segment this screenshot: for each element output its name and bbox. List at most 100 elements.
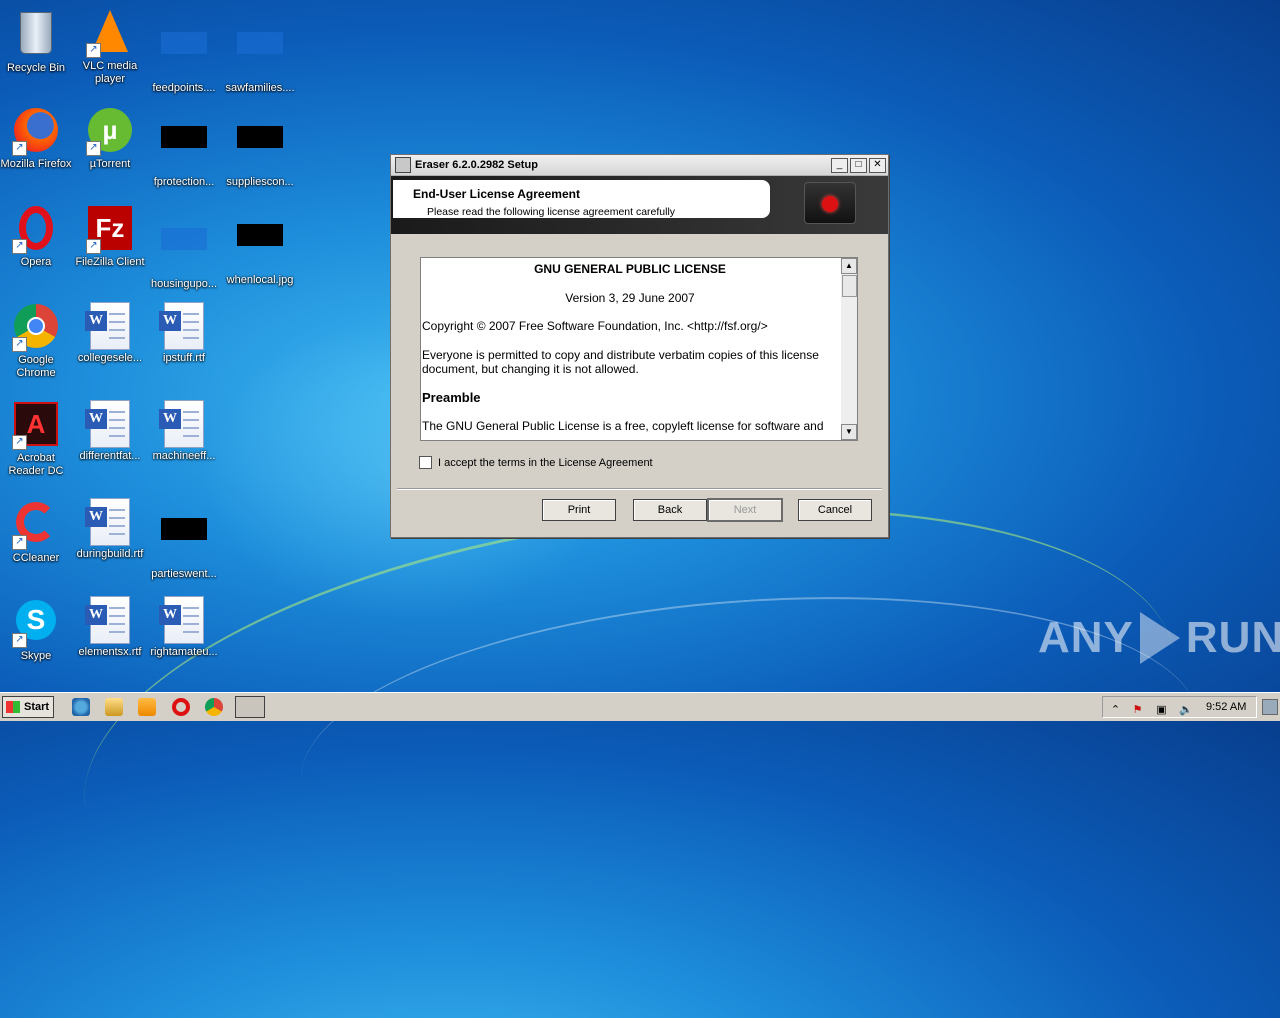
license-preamble: Preamble	[422, 389, 481, 405]
file-explorer-icon[interactable]	[105, 698, 123, 716]
word-document-icon: W	[159, 596, 208, 644]
license-text: GNU GENERAL PUBLIC LICENSE Version 3, 29…	[422, 262, 838, 440]
desktop-icon-rtf[interactable]: W duringbuild.rtf	[72, 498, 148, 561]
shortcut-arrow-icon: ↗	[12, 633, 27, 648]
watermark-right: RUN	[1185, 613, 1280, 662]
desktop-icon-rtf[interactable]: W ipstuff.rtf	[146, 302, 222, 365]
desktop-icon-file[interactable]: partieswent...	[146, 498, 222, 581]
cancel-button[interactable]: Cancel	[798, 499, 872, 521]
filezilla-icon: Fz ↗	[86, 206, 134, 254]
license-version: Version 3, 29 June 2007	[565, 290, 695, 305]
action-center-flag-icon[interactable]: ⚑	[1131, 704, 1144, 716]
utorrent-icon: µ ↗	[86, 108, 134, 156]
desktop-icon-rtf[interactable]: W rightamateu...	[146, 596, 222, 659]
next-button[interactable]: Next	[707, 498, 783, 522]
eraser-setup-taskbar-button[interactable]	[235, 696, 265, 718]
shortcut-arrow-icon: ↗	[12, 435, 27, 450]
dialog-banner: End-User License Agreement Please read t…	[391, 176, 888, 234]
desktop-icon-ccleaner[interactable]: ↗ CCleaner	[0, 498, 74, 565]
license-copyright: Copyright © 2007 Free Software Foundatio…	[422, 319, 768, 333]
desktop-icon-file[interactable]: fprotection...	[146, 106, 222, 189]
play-logo-icon	[1139, 612, 1180, 664]
word-document-icon: W	[85, 400, 134, 448]
file-thumbnail-icon	[160, 518, 208, 566]
media-player-icon[interactable]	[138, 698, 156, 716]
print-button[interactable]: Print	[542, 499, 616, 521]
close-button[interactable]: ✕	[869, 157, 886, 173]
watermark-left: ANY	[1038, 613, 1134, 662]
network-icon[interactable]: ▣	[1155, 704, 1168, 716]
scroll-up-arrow-icon[interactable]: ▲	[841, 258, 857, 274]
desktop-icon-firefox[interactable]: ↗ Mozilla Firefox	[0, 106, 74, 171]
license-text-box[interactable]: GNU GENERAL PUBLIC LICENSE Version 3, 29…	[420, 257, 858, 441]
license-heading: GNU GENERAL PUBLIC LICENSE	[534, 262, 726, 276]
scroll-down-arrow-icon[interactable]: ▼	[841, 424, 857, 440]
installer-icon	[395, 157, 411, 173]
desktop-icon-skype[interactable]: S ↗ Skype	[0, 596, 74, 663]
desktop-icon-file[interactable]: suppliescon...	[222, 106, 298, 189]
license-permission: Everyone is permitted to copy and distri…	[422, 347, 819, 377]
shortcut-arrow-icon: ↗	[86, 43, 101, 58]
desktop-icon-rtf[interactable]: W machineeff...	[146, 400, 222, 463]
file-thumbnail-icon	[160, 126, 208, 174]
file-thumbnail-icon	[160, 228, 208, 276]
banner-subtitle: Please read the following license agreem…	[427, 206, 676, 218]
desktop-icon-file[interactable]: feedpoints....	[146, 8, 222, 95]
opera-taskbar-icon[interactable]	[172, 698, 190, 716]
desktop-icon-utorrent[interactable]: µ ↗ µTorrent	[72, 106, 148, 171]
desktop-icon-chrome[interactable]: ↗ Google Chrome	[0, 302, 74, 380]
desktop-icon-opera[interactable]: ↗ Opera	[0, 204, 74, 269]
volume-icon[interactable]: 🔈	[1179, 704, 1193, 716]
minimize-button[interactable]: _	[831, 157, 848, 173]
desktop-icon-rtf[interactable]: W elementsx.rtf	[72, 596, 148, 659]
word-document-icon: W	[85, 596, 134, 644]
back-button[interactable]: Back	[633, 499, 707, 521]
eraser-logo-icon	[804, 182, 856, 224]
desktop-icon-file[interactable]: sawfamilies....	[222, 8, 298, 95]
start-button[interactable]: Start	[2, 696, 54, 718]
desktop-icon-rtf[interactable]: W differentfat...	[72, 400, 148, 463]
desktop-icon-recycle-bin[interactable]: Recycle Bin	[0, 8, 74, 75]
word-document-icon: W	[85, 302, 134, 350]
vlc-cone-icon: ↗	[86, 10, 134, 58]
setup-dialog: Eraser 6.2.0.2982 Setup _ □ ✕ End-User L…	[390, 154, 889, 538]
show-hidden-icons-icon[interactable]: ⌃	[1109, 704, 1122, 716]
license-body: The GNU General Public License is a free…	[422, 419, 824, 433]
firefox-icon: ↗	[12, 108, 60, 156]
word-document-icon: W	[159, 302, 208, 350]
shortcut-arrow-icon: ↗	[86, 239, 101, 254]
windows-flag-icon	[6, 701, 20, 713]
accept-terms-label[interactable]: I accept the terms in the License Agreem…	[438, 457, 653, 469]
start-label: Start	[24, 701, 50, 713]
chrome-taskbar-icon[interactable]	[205, 698, 223, 716]
opera-icon: ↗	[12, 206, 60, 254]
desktop-icon-file[interactable]: housingupo...	[146, 204, 222, 291]
maximize-button[interactable]: □	[850, 157, 867, 173]
accept-terms-row[interactable]: I accept the terms in the License Agreem…	[419, 456, 653, 469]
dialog-title: Eraser 6.2.0.2982 Setup	[415, 159, 538, 171]
shortcut-arrow-icon: ↗	[12, 535, 27, 550]
shortcut-arrow-icon: ↗	[12, 141, 27, 156]
shortcut-arrow-icon: ↗	[12, 337, 27, 352]
file-thumbnail-icon	[160, 32, 208, 80]
scroll-thumb[interactable]	[842, 275, 857, 297]
internet-explorer-icon[interactable]	[72, 698, 90, 716]
clock[interactable]: 9:52 AM	[1206, 701, 1246, 713]
file-thumbnail-icon	[236, 224, 284, 272]
desktop-icon-file[interactable]: whenlocal.jpg	[222, 204, 298, 287]
desktop-icon-rtf[interactable]: W collegesele...	[72, 302, 148, 365]
accept-terms-checkbox[interactable]	[419, 456, 432, 469]
desktop-icon-acrobat[interactable]: A ↗ Acrobat Reader DC	[0, 400, 74, 478]
desktop-icon-filezilla[interactable]: Fz ↗ FileZilla Client	[72, 204, 148, 269]
recycle-bin-icon	[12, 12, 60, 60]
desktop-icon-vlc[interactable]: ↗ VLC media player	[72, 8, 148, 86]
dialog-titlebar[interactable]: Eraser 6.2.0.2982 Setup _ □ ✕	[391, 155, 888, 176]
skype-icon: S ↗	[12, 600, 60, 648]
word-document-icon: W	[159, 400, 208, 448]
show-desktop-button[interactable]	[1262, 699, 1278, 715]
license-scrollbar[interactable]: ▲ ▼	[841, 258, 857, 440]
shortcut-arrow-icon: ↗	[12, 239, 27, 254]
taskbar: Start ⌃ ⚑ ▣ 🔈 9:52 AM	[0, 692, 1280, 721]
file-thumbnail-icon	[236, 32, 284, 80]
acrobat-icon: A ↗	[12, 402, 60, 450]
